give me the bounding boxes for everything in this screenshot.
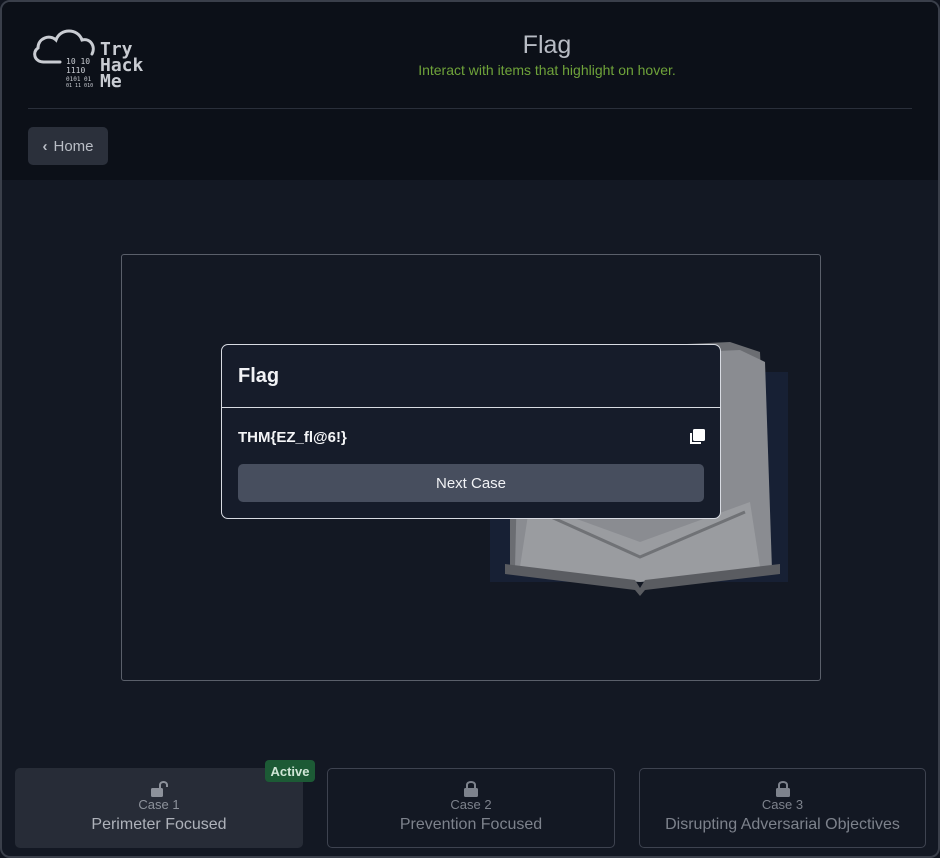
modal-title: Flag [222, 345, 720, 408]
chevron-left-icon: ‹ [42, 137, 48, 155]
flag-modal: Flag THM{EZ_fl@6!} Next Case [221, 344, 721, 519]
case-card-3[interactable]: Case 3 Disrupting Adversarial Objectives [639, 768, 926, 848]
next-case-button[interactable]: Next Case [238, 464, 704, 502]
lock-icon [775, 781, 790, 797]
page-subtitle: Interact with items that highlight on ho… [418, 62, 676, 78]
title-block: Flag Interact with items that highlight … [347, 30, 747, 78]
case-name: Perimeter Focused [91, 816, 227, 833]
case-number: Case 1 [138, 797, 180, 812]
unlock-icon [151, 781, 168, 797]
case-name: Prevention Focused [399, 816, 543, 833]
case-card-1[interactable]: Case 1 Perimeter Focused [15, 768, 303, 848]
case-number: Case 2 [450, 797, 492, 812]
case-card-2[interactable]: Case 2 Prevention Focused [327, 768, 615, 848]
header-divider [28, 108, 912, 109]
active-badge: Active [265, 760, 315, 782]
case-name: Disrupting Adversarial Objectives [665, 816, 900, 833]
copy-icon[interactable] [688, 428, 706, 446]
home-button[interactable]: ‹ Home [28, 127, 108, 165]
svg-text:1110: 1110 [66, 66, 85, 75]
page-title: Flag [522, 31, 572, 59]
header: 10 10 1110 0101 01 01 11 010 Try Hack Me… [2, 2, 938, 180]
tryhackme-logo[interactable]: 10 10 1110 0101 01 01 11 010 Try Hack Me [30, 24, 160, 100]
svg-text:01 11 010: 01 11 010 [66, 83, 93, 89]
logo-wordmark: Try Hack Me [100, 39, 144, 92]
home-button-label: Home [53, 137, 94, 155]
svg-text:0101 01: 0101 01 [66, 76, 92, 83]
app-frame: 10 10 1110 0101 01 01 11 010 Try Hack Me… [0, 0, 940, 858]
lock-icon [464, 781, 478, 797]
flag-value[interactable]: THM{EZ_fl@6!} [238, 429, 347, 446]
flag-row: THM{EZ_fl@6!} [238, 427, 706, 447]
case-number: Case 3 [761, 797, 804, 812]
svg-text:10 10: 10 10 [66, 57, 90, 66]
